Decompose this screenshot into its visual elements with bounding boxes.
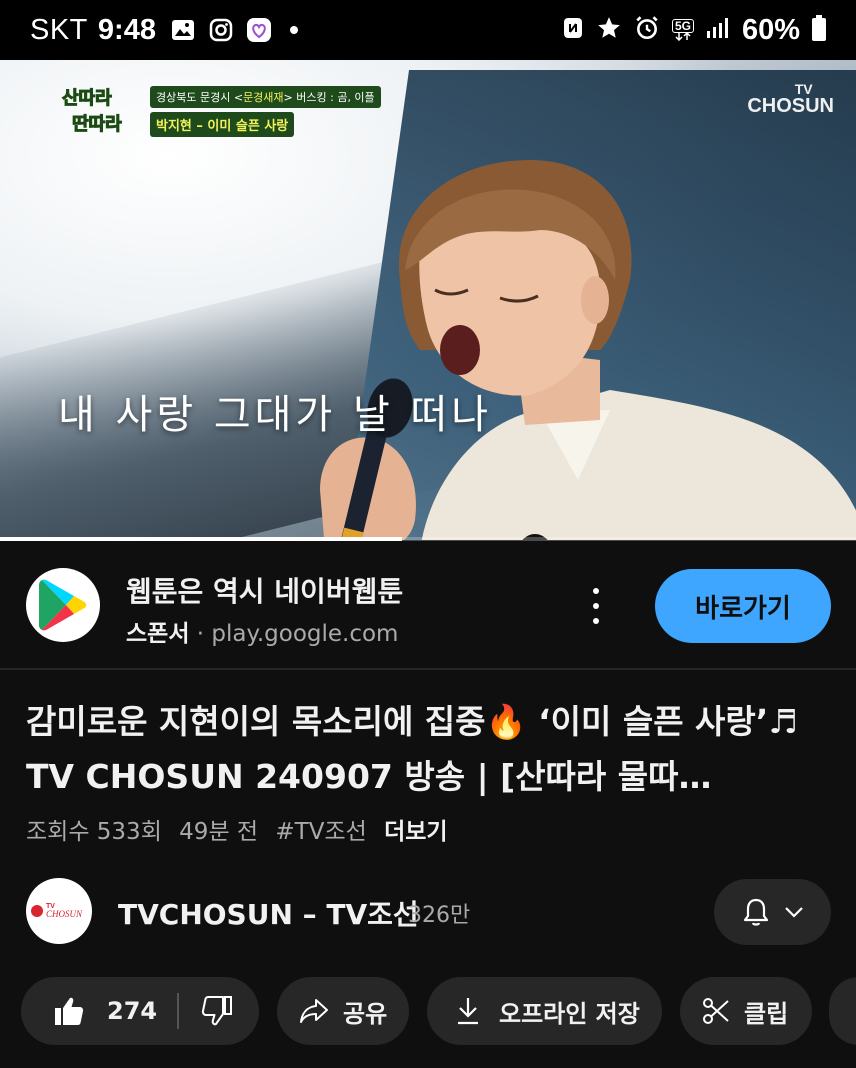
video-player[interactable]: 산따라 딴따라 경상북도 문경시 <문경새재> 버스킹 : 곰, 이플 박지현 … xyxy=(0,60,856,540)
like-divider xyxy=(177,993,180,1029)
more-link[interactable]: 더보기 xyxy=(384,819,447,845)
singer-figure xyxy=(320,160,856,540)
share-icon xyxy=(300,999,328,1023)
ad-meta: 스폰서 · play.google.com xyxy=(126,621,399,647)
show-logo: 산따라 딴따라 xyxy=(62,88,123,136)
signal-icon xyxy=(706,17,730,44)
thumbs-up-icon xyxy=(55,997,84,1025)
more-actions-button[interactable] xyxy=(829,977,856,1045)
battery-percent: 60% xyxy=(741,13,800,46)
scissors-icon xyxy=(703,998,729,1024)
song-caption: 박지현 – 이미 슬픈 사랑 xyxy=(150,112,295,137)
instagram-icon xyxy=(208,17,234,43)
lyric-subtitle: 내 사랑 그대가 날 떠나 xyxy=(58,392,493,438)
network-5g-icon: 5G xyxy=(671,19,694,41)
ad-title[interactable]: 웹툰은 역시 네이버웹툰 xyxy=(126,570,403,610)
like-dislike-group: 274 xyxy=(21,977,259,1045)
share-button[interactable]: 공유 xyxy=(277,977,409,1045)
app-notification-icon xyxy=(246,17,272,43)
battery-icon xyxy=(812,14,826,46)
ad-domain: play.google.com xyxy=(211,621,399,647)
svg-text:CHOSUN: CHOSUN xyxy=(46,909,83,919)
view-count: 조회수 533회 xyxy=(26,819,162,845)
thumbs-down-icon xyxy=(202,996,233,1026)
like-button[interactable]: 274 xyxy=(53,995,157,1027)
hashtag-link[interactable]: #TV조선 xyxy=(275,819,366,845)
star-icon xyxy=(596,15,622,46)
bell-icon xyxy=(743,898,768,926)
gallery-icon xyxy=(170,17,196,43)
nfc-icon xyxy=(562,16,584,45)
tvchosun-logo-icon: TV CHOSUN xyxy=(31,903,83,919)
upload-age: 49분 전 xyxy=(179,819,259,845)
program-caption: 경상북도 문경시 <문경새재> 버스킹 : 곰, 이플 박지현 – 이미 슬픈 … xyxy=(150,86,381,137)
video-title[interactable]: 감미로운 지현이의 목소리에 집중🔥 ‘이미 슬픈 사랑’♬ TV CHOSUN… xyxy=(26,694,826,804)
google-play-icon xyxy=(39,579,87,631)
channel-watermark: TV CHOSUN xyxy=(747,81,834,117)
clip-button[interactable]: 클립 xyxy=(680,977,812,1045)
clock: 9:48 xyxy=(97,13,156,46)
download-icon xyxy=(458,998,478,1025)
carrier-label: SKT xyxy=(30,13,88,46)
download-label: 오프라인 저장 xyxy=(499,999,640,1028)
clip-label: 클립 xyxy=(744,999,789,1028)
share-label: 공유 xyxy=(343,999,388,1028)
ad-logo[interactable] xyxy=(26,568,100,642)
svg-text:산따라: 산따라 xyxy=(62,88,112,109)
alarm-icon xyxy=(634,15,660,46)
chevron-down-icon xyxy=(784,907,803,918)
like-count: 274 xyxy=(107,997,158,1025)
sponsor-label: 스폰서 xyxy=(126,621,190,647)
subscriber-count: 326만 xyxy=(408,903,471,928)
ad-cta-button[interactable]: 바로가기 xyxy=(655,569,831,643)
ad-more-options-icon[interactable] xyxy=(582,584,610,628)
dislike-button[interactable] xyxy=(201,995,233,1027)
channel-name[interactable]: TVCHOSUN – TV조선 xyxy=(118,893,419,933)
notification-settings-button[interactable] xyxy=(714,879,831,945)
svg-text:딴따라: 딴따라 xyxy=(72,114,122,135)
location-caption: 경상북도 문경시 <문경새재> 버스킹 : 곰, 이플 xyxy=(150,86,381,108)
status-bar: SKT 9:48 5G 60% xyxy=(0,0,856,60)
video-meta[interactable]: 조회수 533회 49분 전 #TV조선 더보기 xyxy=(26,812,458,846)
download-button[interactable]: 오프라인 저장 xyxy=(427,977,662,1045)
more-notifications-icon xyxy=(289,26,298,34)
channel-avatar[interactable]: TV CHOSUN xyxy=(26,878,92,944)
